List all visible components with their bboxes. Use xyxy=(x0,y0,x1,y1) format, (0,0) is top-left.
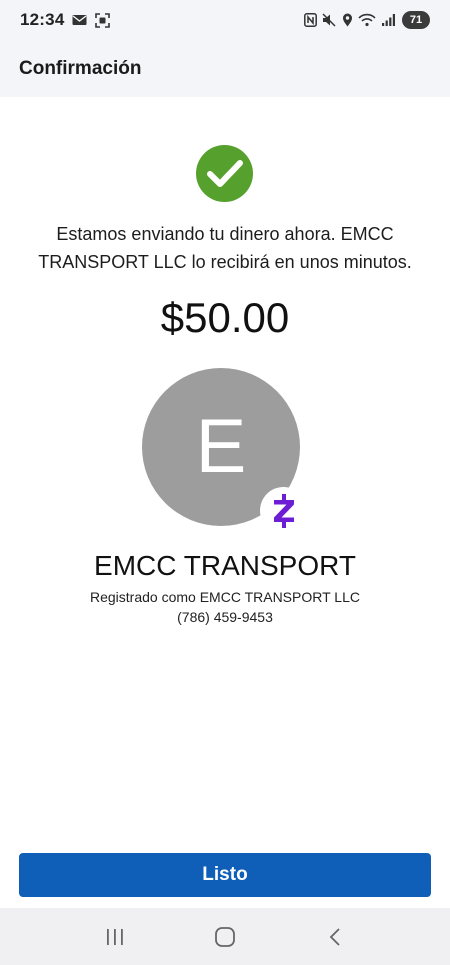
recipient-phone: (786) 459-9453 xyxy=(177,609,273,625)
nfc-icon xyxy=(304,13,317,27)
status-right: 71 xyxy=(304,11,430,29)
confirmation-message: Estamos enviando tu dinero ahora. EMCC T… xyxy=(38,224,412,272)
zelle-badge xyxy=(260,487,307,534)
home-button[interactable] xyxy=(195,917,255,957)
status-bar: 12:34 71 xyxy=(0,0,450,40)
app-header: Confirmación xyxy=(0,40,450,97)
success-check-icon xyxy=(196,145,253,202)
battery-indicator: 71 xyxy=(402,11,430,29)
home-icon xyxy=(215,926,235,947)
done-button[interactable]: Listo xyxy=(19,853,431,897)
signal-icon xyxy=(381,13,397,27)
recipient-name: EMCC TRANSPORT xyxy=(94,550,356,581)
amount: $50.00 xyxy=(160,294,290,341)
status-time: 12:34 xyxy=(20,10,65,29)
recent-apps-button[interactable] xyxy=(85,917,145,957)
page-title: Confirmación xyxy=(19,57,142,79)
mute-icon xyxy=(322,13,337,27)
back-button[interactable] xyxy=(305,917,365,957)
mail-icon xyxy=(72,14,87,26)
recent-apps-icon xyxy=(107,928,123,945)
back-icon xyxy=(329,927,340,946)
wifi-icon xyxy=(358,13,376,27)
registered-as: Registrado como EMCC TRANSPORT LLC xyxy=(90,589,360,605)
avatar-initial: E xyxy=(195,404,247,489)
status-left: 12:34 xyxy=(20,10,111,30)
screen: 12:34 71 Confirmación Estamos enviando t… xyxy=(0,0,450,965)
screenshot-icon xyxy=(95,12,111,28)
system-nav-bar xyxy=(0,908,450,965)
location-icon xyxy=(342,13,353,27)
zelle-icon xyxy=(273,493,294,528)
